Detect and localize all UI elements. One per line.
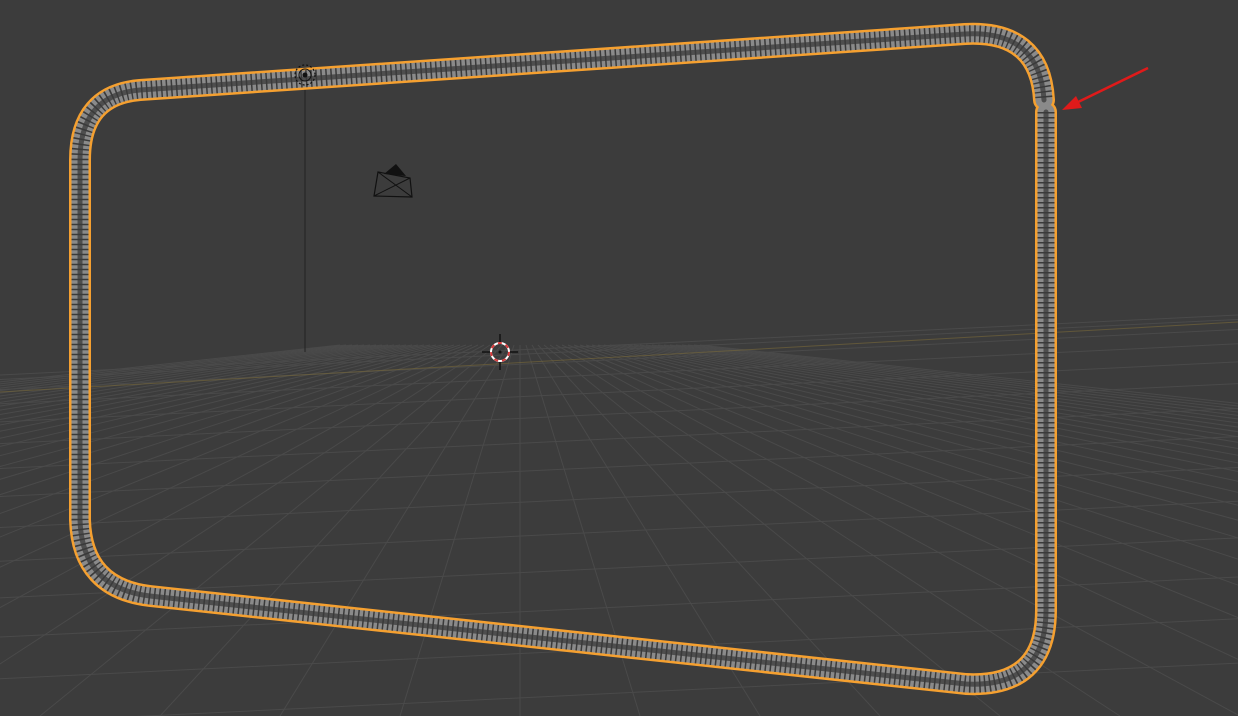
3d-viewport[interactable] <box>0 0 1238 716</box>
grid-line-depth <box>0 344 359 389</box>
grid-line-depth <box>525 344 641 716</box>
grid-line-depth <box>0 344 353 387</box>
camera-icon[interactable] <box>373 164 413 198</box>
grid-line-width <box>135 662 1238 716</box>
grid-line-depth <box>279 344 509 716</box>
grid-line-depth <box>399 344 515 716</box>
grid-line-depth <box>39 344 497 716</box>
viewport-canvas[interactable] <box>0 0 1238 716</box>
grid-line-depth <box>159 344 503 716</box>
red-arrow-annotation <box>1062 66 1149 110</box>
